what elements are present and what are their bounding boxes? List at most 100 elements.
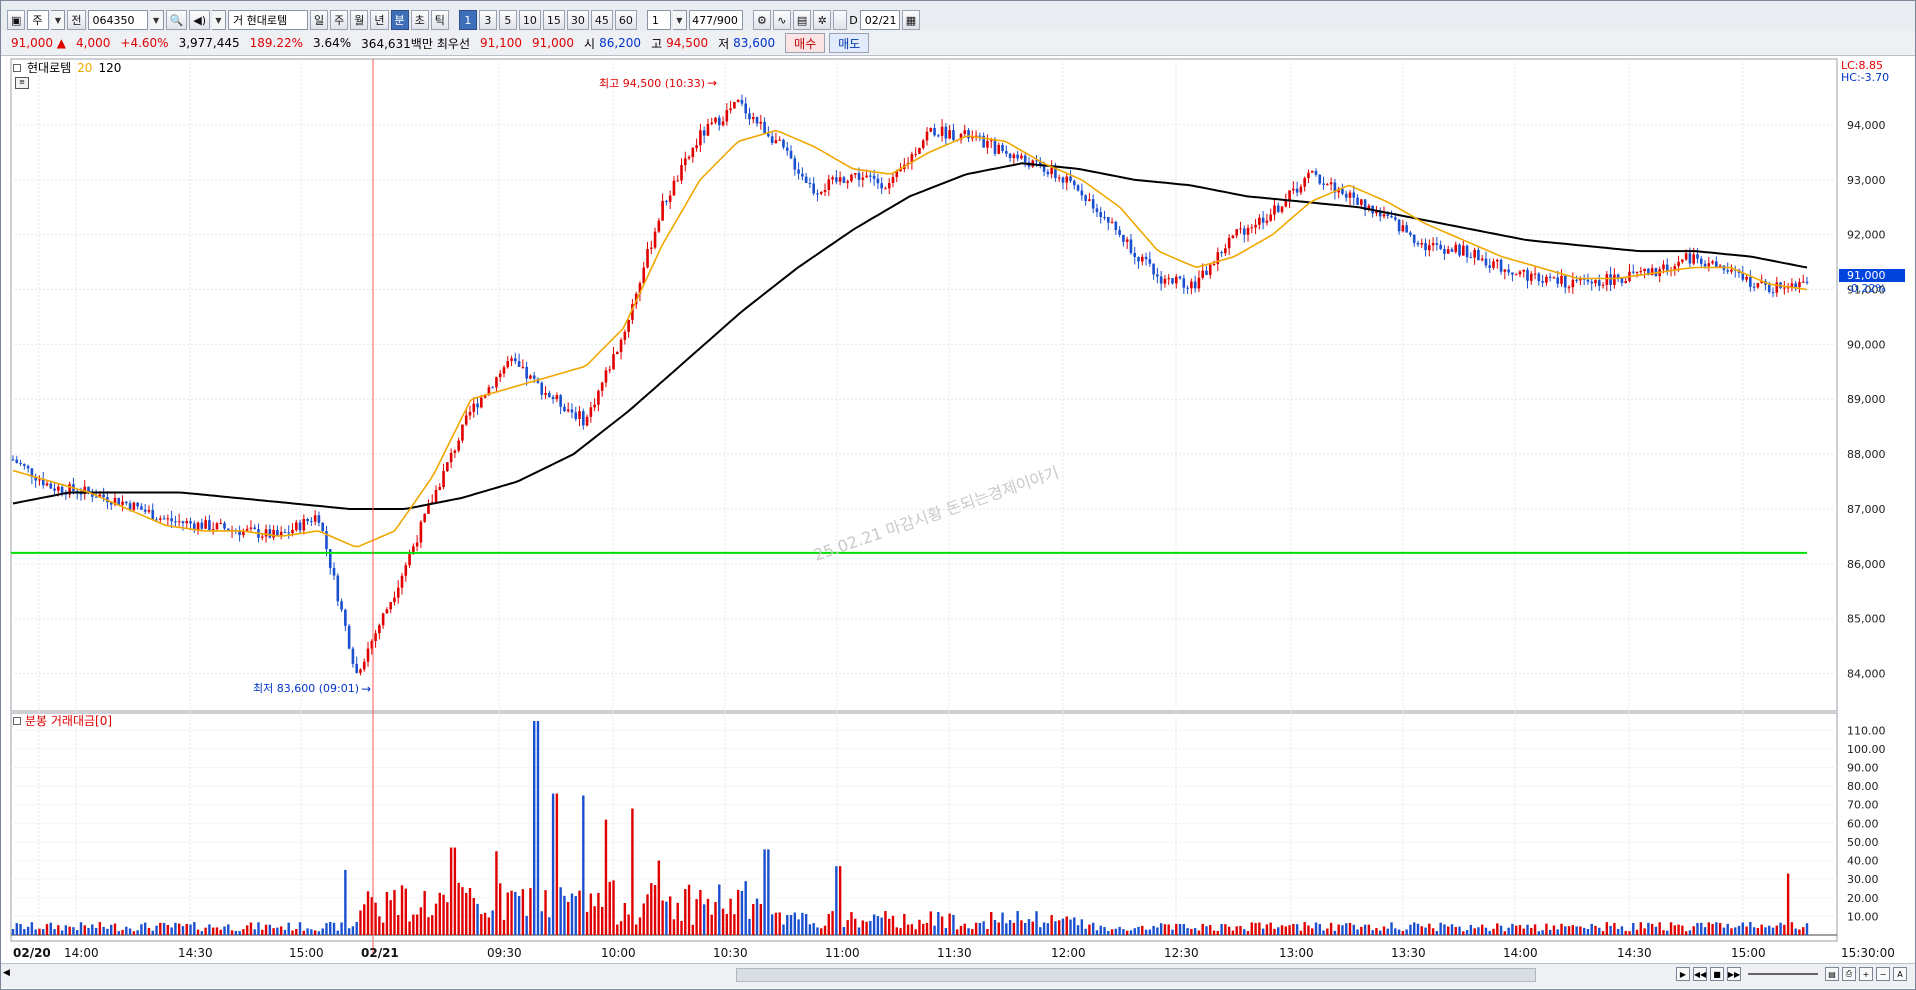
jeon-button[interactable]: 전 xyxy=(67,10,86,30)
volume-bar xyxy=(174,922,177,935)
candle-body xyxy=(623,331,627,340)
volume-bar xyxy=(1065,916,1068,935)
volume-bar xyxy=(600,906,604,935)
candle-body xyxy=(918,147,921,154)
volume-bar xyxy=(903,913,906,935)
candle-body xyxy=(1114,221,1118,231)
stock-code-input[interactable]: 064350 xyxy=(87,10,148,30)
volume-bar xyxy=(835,866,838,935)
interval-5[interactable]: 5 xyxy=(498,10,517,30)
window-icon[interactable]: ▣ xyxy=(7,10,26,30)
volume-bars xyxy=(11,721,1809,935)
panel-menu-icon[interactable]: ≡ xyxy=(15,77,29,89)
zoom-in-icon[interactable]: + xyxy=(1859,967,1873,981)
date-input[interactable]: 02/21 xyxy=(859,10,900,30)
chevron-down-icon[interactable]: ▼ xyxy=(212,10,226,30)
interval-15[interactable]: 15 xyxy=(542,10,565,30)
period-month[interactable]: 월 xyxy=(350,10,369,30)
bars-field[interactable]: 477/900 xyxy=(688,10,743,30)
volume-ratio: 189.22% xyxy=(249,36,304,50)
candle-body xyxy=(1730,269,1733,272)
candle-body xyxy=(1129,239,1133,253)
candle-body xyxy=(1571,279,1575,288)
candle-body xyxy=(891,177,895,183)
volume-tick-label: 30.00 xyxy=(1847,873,1879,886)
period-second[interactable]: 초 xyxy=(410,10,429,30)
candle-body xyxy=(276,529,279,536)
interval-10[interactable]: 10 xyxy=(518,10,541,30)
text-icon[interactable]: A xyxy=(1893,967,1907,981)
count-input[interactable]: 1 xyxy=(646,10,671,30)
period-year[interactable]: 년 xyxy=(370,10,389,30)
chevron-down-icon[interactable]: ▼ xyxy=(51,10,66,30)
volume-bar xyxy=(1379,930,1382,935)
play-icon[interactable]: ▶ xyxy=(1676,967,1690,981)
volume-bar xyxy=(340,922,343,935)
interval-3[interactable]: 3 xyxy=(478,10,497,30)
volume-bar xyxy=(899,928,902,935)
volume-bar xyxy=(1201,923,1204,935)
volume-bar xyxy=(1613,923,1616,935)
candle-body xyxy=(604,370,608,383)
volume-bar xyxy=(990,912,993,935)
volume-bar xyxy=(1409,924,1412,935)
volume-bar xyxy=(1401,930,1405,935)
scroll-left-icon[interactable]: ◀ xyxy=(3,968,17,982)
draw-line-icon[interactable]: ∿ xyxy=(772,10,791,30)
stop-icon[interactable]: ■ xyxy=(1710,967,1724,981)
volume-bar xyxy=(910,924,914,935)
volume-bar xyxy=(415,914,419,935)
period-day[interactable]: 일 xyxy=(310,10,329,30)
chevron-down-icon[interactable]: ▼ xyxy=(149,10,164,30)
period-tick[interactable]: 틱 xyxy=(430,10,449,30)
buy-button[interactable]: 매수 xyxy=(785,33,826,53)
calendar-icon[interactable]: ▦ xyxy=(901,10,921,30)
candle-body xyxy=(1503,269,1507,272)
print-icon[interactable]: ⎙ xyxy=(1842,967,1856,981)
interval-30[interactable]: 30 xyxy=(566,10,589,30)
speaker-icon[interactable]: ◀) xyxy=(189,10,210,30)
volume-bar xyxy=(136,930,139,935)
indicator-icon[interactable]: ⚙ xyxy=(752,10,771,30)
scroll-thumb[interactable] xyxy=(736,968,1536,982)
candle-body xyxy=(1140,256,1144,262)
chart-scrollbar[interactable]: ◀ ▶ ◀◀ ■ ▶▶ ▤ ⎙ + − A xyxy=(1,963,1915,988)
candle-body xyxy=(313,515,317,522)
chevron-down-icon[interactable]: ▼ xyxy=(672,10,687,30)
date-checkbox[interactable] xyxy=(833,10,848,30)
mode-select[interactable]: 주 xyxy=(27,10,50,30)
layout-icon[interactable]: ▤ xyxy=(1825,967,1839,981)
volume-bar xyxy=(1662,930,1665,935)
volume-bar xyxy=(1212,930,1216,935)
save-icon[interactable]: ▤ xyxy=(792,10,812,30)
price-chart[interactable]: 94,000 93,000 92,000 91,000 90,000 89,000 88,0… xyxy=(1,57,1916,967)
candle-body xyxy=(192,523,196,530)
interval-45[interactable]: 45 xyxy=(590,10,613,30)
period-week[interactable]: 주 xyxy=(330,10,349,30)
candle-body xyxy=(427,504,430,514)
stock-name-field[interactable]: 거 현대로템 xyxy=(228,10,308,30)
gear-icon[interactable]: ✲ xyxy=(813,10,832,30)
zoom-out-icon[interactable]: − xyxy=(1876,967,1890,981)
interval-60[interactable]: 60 xyxy=(614,10,637,30)
interval-1[interactable]: 1 xyxy=(458,10,477,30)
volume-bar xyxy=(1363,924,1367,935)
volume-bar xyxy=(1571,925,1575,935)
candle-body xyxy=(1707,263,1711,267)
rewind-icon[interactable]: ◀◀ xyxy=(1693,967,1707,981)
candle-body xyxy=(1514,274,1518,276)
candle-body xyxy=(385,609,389,614)
volume-bar xyxy=(933,925,936,935)
volume-bar xyxy=(461,887,464,935)
volume-bar xyxy=(264,924,268,935)
search-icon[interactable]: 🔍 xyxy=(165,10,188,30)
candle-body xyxy=(374,633,377,642)
period-minute[interactable]: 분 xyxy=(390,10,409,30)
fast-forward-icon[interactable]: ▶▶ xyxy=(1727,967,1741,981)
zoom-slider[interactable] xyxy=(1748,973,1818,975)
volume-bar xyxy=(1243,929,1246,935)
volume-bar xyxy=(83,925,86,935)
candle-body xyxy=(423,513,426,522)
volume-bar xyxy=(457,882,460,935)
sell-button[interactable]: 매도 xyxy=(829,33,870,53)
